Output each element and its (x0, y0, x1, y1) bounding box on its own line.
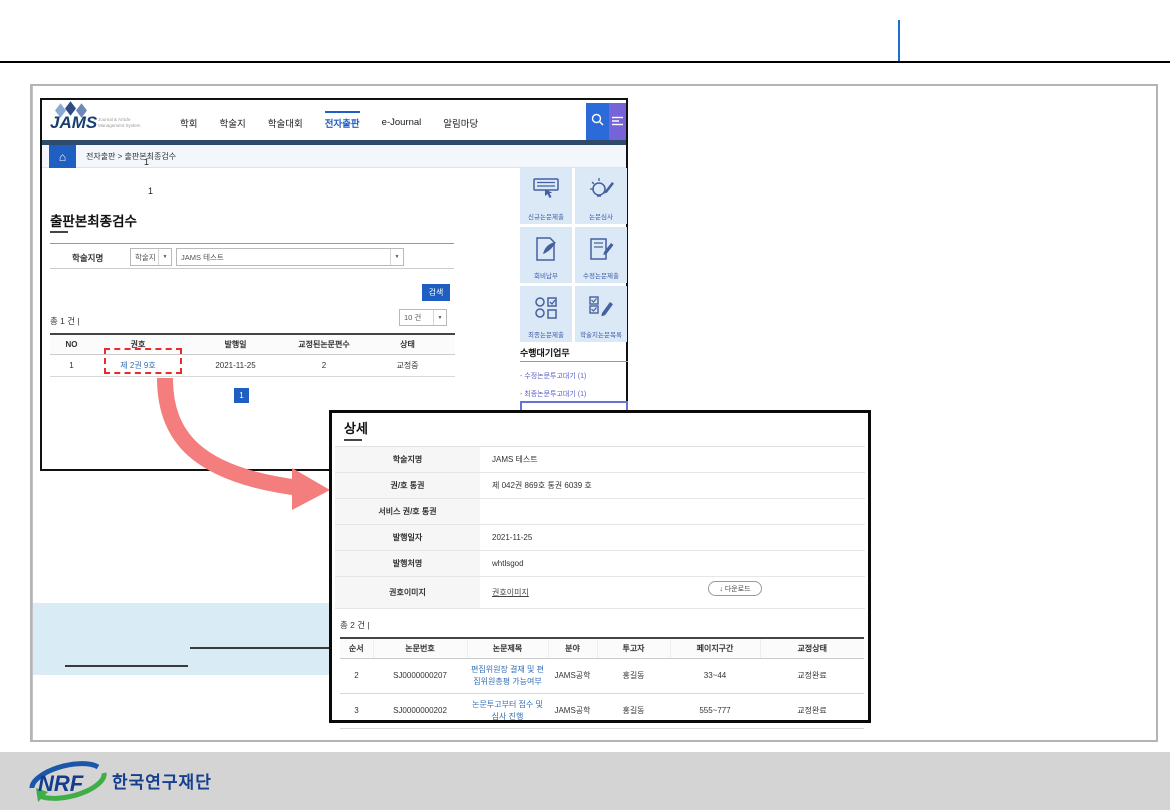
detail-popup: 상세 학술지명 JAMS 테스트 권/호 통권 제 042권 869호 통권 6… (329, 410, 871, 723)
page-size-select[interactable]: 10 건 ▼ (399, 309, 447, 326)
hamburger-menu-button[interactable] (609, 103, 626, 140)
issue-corrected-count: 2 (288, 355, 360, 377)
search-form: 학술지명 학술지 ▼ JAMS 테스트 ▼ (50, 243, 454, 269)
pagination-page-1[interactable]: 1 (234, 388, 249, 403)
svg-text:NRF: NRF (38, 771, 84, 796)
article-row: 2 SJ0000000207 편집위원장 결재 및 편집위원총평 가능여부 JA… (340, 659, 864, 694)
nrf-logo: NRF (26, 758, 110, 809)
col-corrected-count: 교정된논문편수 (288, 334, 360, 355)
annotation-marker-1: 1 (144, 157, 149, 167)
search-icon (591, 113, 604, 131)
highlight-dashed-box (104, 348, 182, 374)
popup-title: 상세 (344, 418, 368, 437)
chevron-down-icon: ▼ (158, 249, 171, 265)
redaction-underline-1 (190, 647, 330, 649)
nav-item-ejournal[interactable]: e-Journal (382, 112, 422, 128)
edit-document-icon (587, 227, 615, 270)
journal-name-label: 학술지명 (72, 252, 103, 264)
download-button[interactable]: ↓ 다운로드 (708, 581, 762, 596)
chevron-down-icon: ▼ (433, 310, 446, 325)
fee-document-icon (532, 227, 560, 270)
bulb-review-icon (587, 168, 615, 211)
final-submit-icon (532, 286, 560, 329)
field-row-volume: 권/호 통권 제 042권 869호 통권 6039 호 (335, 473, 865, 499)
search-button-header[interactable] (586, 103, 609, 140)
detail-fields-table: 학술지명 JAMS 테스트 권/호 통권 제 042권 869호 통권 6039… (335, 446, 865, 609)
main-nav: 학회 학술지 학술대회 전자출판 e-Journal 알림마당 (180, 100, 478, 140)
article-title-link[interactable]: 편집위원장 결재 및 편집위원총평 가능여부 (471, 665, 544, 686)
pending-tasks-title: 수행대기업무 (520, 346, 570, 359)
journal-type-select[interactable]: 학술지 ▼ (130, 248, 172, 266)
quick-menu-new-submission[interactable]: 신규논문제출 (520, 168, 572, 224)
pending-tasks-rule (520, 361, 628, 362)
cover-image-link[interactable]: 권호이미지 (492, 588, 529, 597)
col-submitter: 투고자 (597, 638, 670, 659)
issue-no: 1 (50, 355, 93, 377)
col-article-title: 논문제목 (467, 638, 548, 659)
field-row-service-volume: 서비스 권/호 통권 (335, 499, 865, 525)
jams-logo-subtitle: Journal & Article Management System (98, 117, 141, 128)
issue-status: 교정중 (360, 355, 455, 377)
quick-menu-fee[interactable]: 회비납부 (520, 227, 572, 283)
article-row: 3 SJ0000000202 논문투고부터 접수 및 심사 진행 JAMS공학 … (340, 694, 864, 729)
jams-logo[interactable]: JAMS Journal & Article Management System (50, 103, 170, 139)
col-field: 분야 (548, 638, 597, 659)
article-list-icon (587, 286, 615, 329)
pending-item-revised[interactable]: - 수정논문투고대기 (1) (520, 371, 586, 381)
field-row-journal: 학술지명 JAMS 테스트 (335, 447, 865, 473)
jams-header: JAMS Journal & Article Management System… (42, 100, 626, 140)
redacted-note-block (33, 603, 330, 675)
quick-menu-article-list[interactable]: 학술지논문목록 (575, 286, 627, 342)
col-order: 순서 (340, 638, 373, 659)
redaction-underline-2 (65, 665, 188, 667)
articles-count: 총 2 건 | (340, 619, 370, 631)
col-status: 상태 (360, 334, 455, 355)
breadcrumb-bar: ⌂ 전자출판 > 출판본최종검수 (42, 145, 626, 168)
nav-item-journal[interactable]: 학술지 (219, 111, 245, 130)
chevron-down-icon: ▼ (390, 249, 403, 265)
col-correction-status: 교정상태 (760, 638, 864, 659)
pending-item-final[interactable]: - 최종논문투고대기 (1) (520, 389, 586, 399)
nav-item-notice[interactable]: 알림마당 (443, 111, 478, 130)
quick-menu-revised-submission[interactable]: 수정논문제출 (575, 227, 627, 283)
field-row-pubdate: 발행일자 2021-11-25 (335, 525, 865, 551)
journal-name-select[interactable]: JAMS 테스트 ▼ (176, 248, 404, 266)
manual-page: JAMS Journal & Article Management System… (0, 0, 1170, 810)
quick-menu-review[interactable]: 논문심사 (575, 168, 627, 224)
col-article-no: 논문번호 (373, 638, 467, 659)
keyboard-submit-icon (532, 168, 560, 211)
result-count: 총 1 건 | (50, 315, 80, 327)
col-page-range: 페이지구간 (670, 638, 760, 659)
top-horizontal-rule (0, 61, 1170, 63)
field-row-publisher: 발행처명 whtlsgod (335, 551, 865, 577)
nav-item-society[interactable]: 학회 (180, 111, 197, 130)
page-title-underline (50, 231, 68, 233)
hamburger-icon (612, 113, 623, 131)
nav-item-conference[interactable]: 학술대회 (268, 111, 303, 130)
articles-header: 순서 논문번호 논문제목 분야 투고자 페이지구간 교정상태 (340, 638, 864, 659)
footer-bar: NRF 한국연구재단 (0, 752, 1170, 810)
quick-menu-final-submission[interactable]: 최종논문제출 (520, 286, 572, 342)
popup-title-underline (344, 439, 362, 441)
field-row-cover-image: 권호이미지 권호이미지 ↓ 다운로드 (335, 577, 865, 609)
article-title-link[interactable]: 논문투고부터 접수 및 심사 진행 (472, 700, 543, 721)
issue-pubdate: 2021-11-25 (183, 355, 288, 377)
quick-menu: 신규논문제출 논문심사 회비납부 수정논문제출 (520, 168, 627, 342)
col-pubdate: 발행일 (183, 334, 288, 355)
col-no: NO (50, 334, 93, 355)
search-submit-button[interactable]: 검색 (422, 284, 450, 301)
nav-item-epublish[interactable]: 전자출판 (325, 111, 360, 130)
annotation-marker-2: 1 (148, 186, 153, 196)
home-button[interactable]: ⌂ (49, 145, 76, 168)
home-icon: ⌂ (59, 150, 66, 164)
articles-table: 순서 논문번호 논문제목 분야 투고자 페이지구간 교정상태 2 SJ00000… (340, 637, 864, 729)
breadcrumb: 전자출판 > 출판본최종검수 (86, 151, 176, 162)
footer-org-name: 한국연구재단 (112, 768, 212, 793)
page-title: 출판본최종검수 (50, 210, 137, 230)
top-table-divider-line (898, 20, 900, 61)
jams-logo-word: JAMS (50, 113, 97, 133)
